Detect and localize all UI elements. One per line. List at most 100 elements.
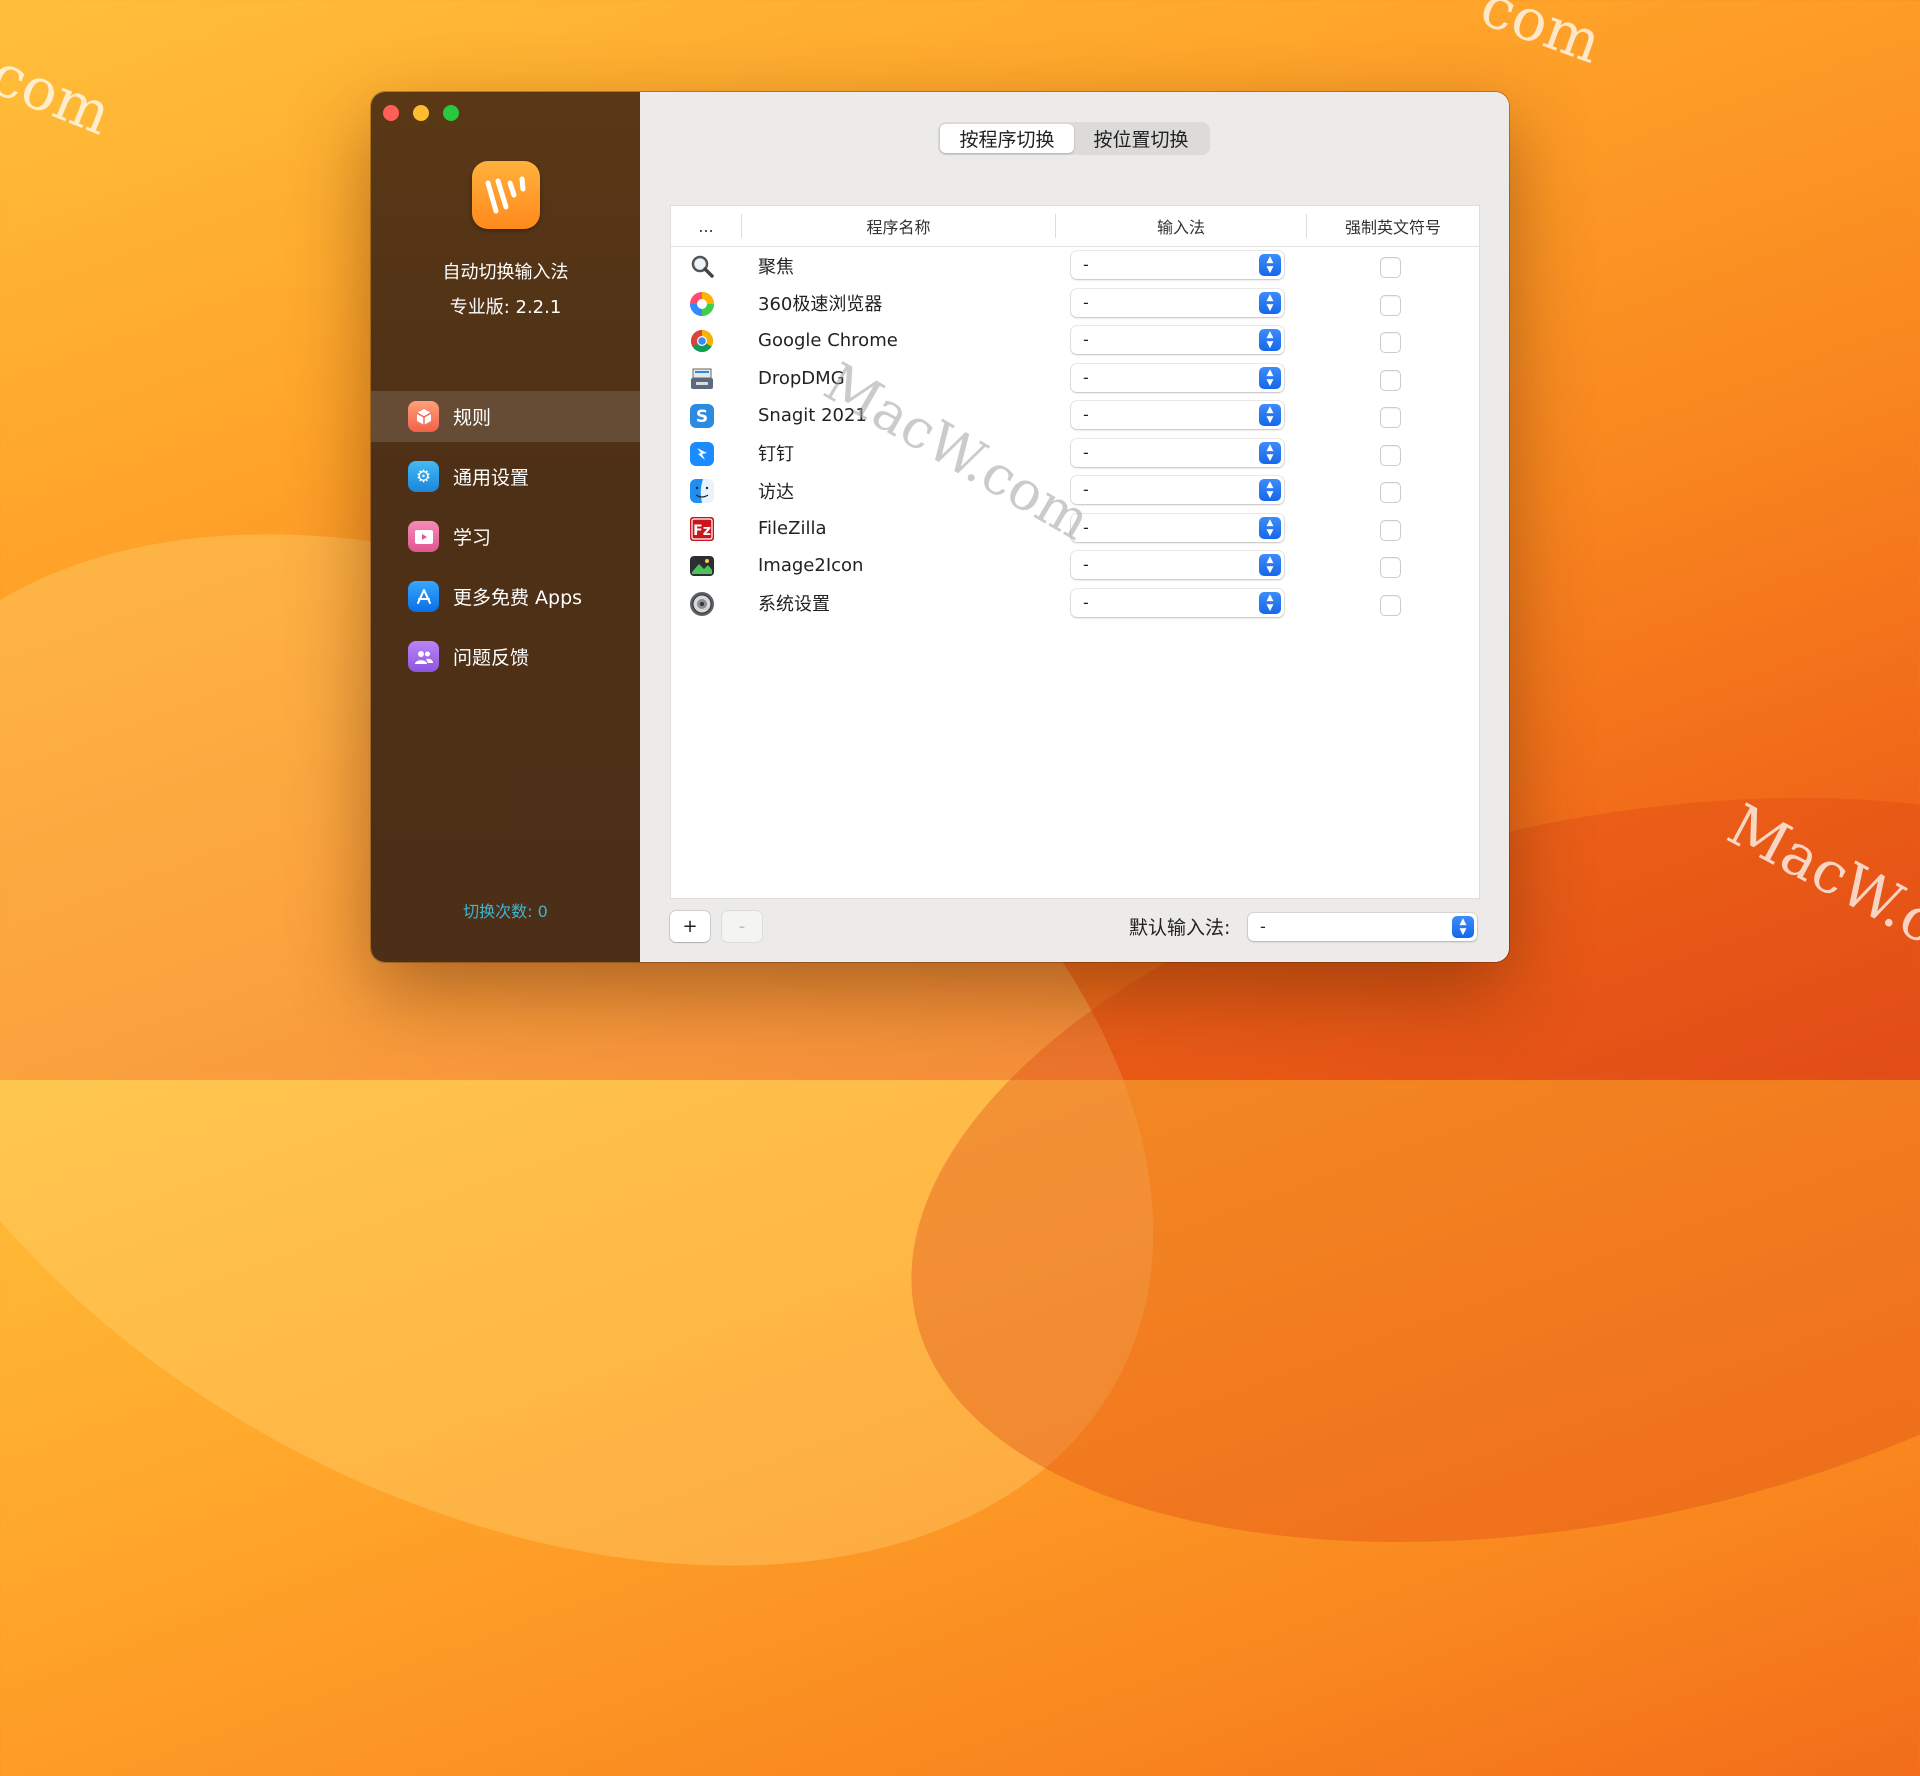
input-method-select[interactable]: - ▲ ▼ [1071, 551, 1284, 579]
input-method-select[interactable]: - ▲ ▼ [1071, 438, 1284, 467]
chevron-updown-icon: ▲ ▼ [1259, 404, 1281, 426]
force-english-checkbox[interactable] [1381, 520, 1400, 540]
table-row[interactable]: 系统设置 - ▲ ▼ [671, 585, 1479, 623]
force-english-checkbox[interactable] [1381, 333, 1400, 352]
input-method-value: - [1083, 592, 1089, 612]
table-row[interactable]: Google Chrome - ▲ ▼ [671, 322, 1479, 360]
input-method-select[interactable]: - ▲ ▼ [1071, 251, 1284, 279]
column-header-force-english-punct[interactable]: 强制英文符号 [1307, 206, 1479, 246]
force-english-checkbox[interactable] [1381, 483, 1400, 502]
input-method-select[interactable]: - ▲ ▼ [1071, 288, 1284, 317]
sidebar-item-rules[interactable]: 规则 [371, 391, 640, 442]
chevron-updown-icon: ▲ ▼ [1259, 441, 1281, 464]
sidebar-item-learn[interactable]: 学习 [371, 511, 640, 562]
svg-text:Fz: Fz [693, 523, 711, 539]
column-header-app-name[interactable]: 程序名称 [742, 206, 1055, 246]
spotlight-icon [689, 253, 715, 279]
force-english-checkbox[interactable] [1381, 258, 1400, 277]
360-browser-icon [689, 291, 715, 317]
app-window: 自动切换输入法 专业版: 2.2.1 规则 ⚙ 通用设置 学习 更多免费 App… [371, 92, 1509, 962]
input-method-value: - [1083, 442, 1089, 462]
input-method-value: - [1083, 405, 1089, 424]
app-name-cell: 访达 [758, 481, 794, 503]
chevron-updown-icon: ▲ ▼ [1259, 479, 1281, 501]
chevron-updown-icon: ▲ ▼ [1259, 366, 1281, 389]
app-name-cell: FileZilla [758, 517, 827, 539]
app-name-cell: 聚焦 [758, 256, 794, 278]
force-english-checkbox[interactable] [1381, 408, 1400, 427]
app-store-icon [408, 581, 439, 612]
column-header-more[interactable]: ... [671, 206, 741, 246]
input-method-value: - [1083, 292, 1089, 312]
force-english-checkbox[interactable] [1381, 595, 1400, 615]
watermark: com [0, 39, 121, 149]
cube-icon [408, 401, 439, 432]
sidebar-item-general-settings[interactable]: ⚙ 通用设置 [371, 451, 640, 502]
chevron-updown-icon: ▲ ▼ [1452, 916, 1474, 938]
chevron-updown-icon: ▲ ▼ [1259, 516, 1281, 539]
sidebar: 自动切换输入法 专业版: 2.2.1 规则 ⚙ 通用设置 学习 更多免费 App… [371, 92, 640, 962]
input-method-value: - [1083, 367, 1089, 387]
app-name-cell: 系统设置 [758, 594, 830, 616]
input-method-select[interactable]: - ▲ ▼ [1071, 363, 1284, 392]
chevron-updown-icon: ▲ ▼ [1259, 591, 1281, 614]
sidebar-item-feedback[interactable]: 问题反馈 [371, 631, 640, 682]
app-name-cell: Google Chrome [758, 330, 898, 352]
remove-rule-button[interactable]: - [722, 911, 762, 942]
svg-text:S: S [696, 407, 708, 427]
app-name-cell: Image2Icon [758, 555, 864, 577]
table-row[interactable]: S Snagit 2021 - ▲ ▼ [671, 397, 1479, 435]
table-row[interactable]: Image2Icon - ▲ ▼ [671, 547, 1479, 585]
input-method-value: - [1083, 555, 1089, 574]
chevron-updown-icon: ▲ ▼ [1259, 291, 1281, 314]
input-method-select[interactable]: - ▲ ▼ [1071, 513, 1284, 542]
tab-by-location[interactable]: 按位置切换 [1074, 124, 1208, 153]
gear-icon: ⚙ [408, 461, 439, 492]
tab-by-app[interactable]: 按程序切换 [940, 124, 1074, 153]
close-button[interactable] [383, 105, 399, 121]
sidebar-item-label: 通用设置 [453, 467, 530, 489]
app-version: 专业版: 2.2.1 [449, 297, 562, 318]
default-input-method-value: - [1260, 917, 1266, 936]
input-method-select[interactable]: - ▲ ▼ [1071, 326, 1284, 354]
input-method-value: - [1083, 330, 1089, 349]
sidebar-item-label: 规则 [453, 407, 492, 429]
minimize-button[interactable] [413, 105, 429, 121]
finder-icon [689, 478, 715, 504]
add-rule-button[interactable]: + [670, 911, 710, 942]
sidebar-item-label: 更多免费 Apps [453, 587, 583, 609]
chevron-updown-icon: ▲ ▼ [1259, 254, 1281, 276]
chevron-updown-icon: ▲ ▼ [1259, 554, 1281, 576]
sidebar-nav: 规则 ⚙ 通用设置 学习 更多免费 Apps 问题反馈 [371, 391, 640, 691]
table-row[interactable]: 360极速浏览器 - ▲ ▼ [671, 285, 1479, 323]
switch-count: 切换次数: 0 [463, 902, 548, 921]
snagit-icon: S [689, 403, 715, 429]
force-english-checkbox[interactable] [1381, 370, 1400, 390]
table-body: 聚焦 - ▲ ▼ 360极速浏览器 - ▲ ▼ Google Chrome - … [671, 247, 1479, 622]
input-method-select[interactable]: - ▲ ▼ [1071, 401, 1284, 429]
chrome-icon [689, 328, 715, 354]
input-method-value: - [1083, 255, 1089, 274]
sidebar-item-label: 学习 [453, 527, 492, 549]
table-row[interactable]: 聚焦 - ▲ ▼ [671, 247, 1479, 285]
default-input-method-select[interactable]: - ▲ ▼ [1248, 913, 1477, 941]
input-method-select[interactable]: - ▲ ▼ [1071, 588, 1284, 617]
table-header: ... 程序名称 输入法 强制英文符号 [671, 206, 1479, 247]
force-english-checkbox[interactable] [1381, 558, 1400, 577]
column-header-input-method[interactable]: 输入法 [1056, 206, 1306, 246]
app-name-cell: 360极速浏览器 [758, 294, 883, 316]
dropdmg-icon [689, 366, 715, 392]
sidebar-item-label: 问题反馈 [453, 647, 530, 669]
table-row[interactable]: DropDMG - ▲ ▼ [671, 360, 1479, 398]
filezilla-icon: Fz [689, 516, 715, 542]
input-method-select[interactable]: - ▲ ▼ [1071, 476, 1284, 504]
sidebar-item-more-apps[interactable]: 更多免费 Apps [371, 571, 640, 622]
table-row[interactable]: 钉钉 - ▲ ▼ [671, 435, 1479, 473]
zoom-button[interactable] [443, 105, 459, 121]
watermark: com [1472, 0, 1611, 77]
system-settings-icon [689, 591, 715, 617]
people-icon [408, 641, 439, 672]
default-input-method-label: 默认输入法: [1129, 917, 1231, 939]
force-english-checkbox[interactable] [1381, 295, 1400, 315]
force-english-checkbox[interactable] [1381, 445, 1400, 465]
